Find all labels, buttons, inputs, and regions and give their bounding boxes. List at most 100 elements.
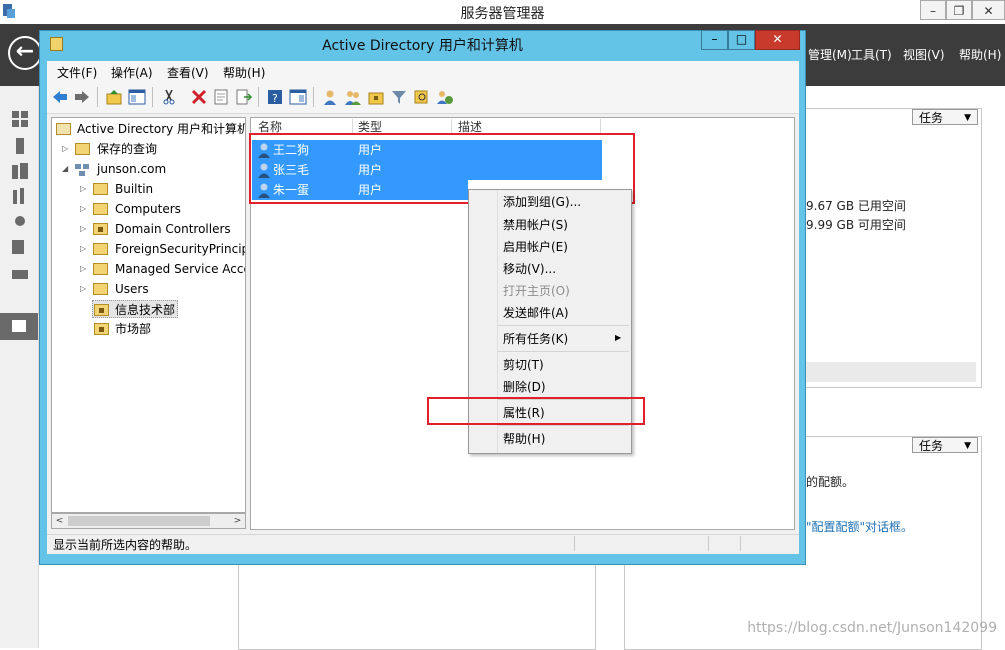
tree-label: 信息技术部	[115, 303, 176, 317]
ctx-disable-account[interactable]: 禁用帐户(S)	[503, 215, 568, 235]
server-manager-title: 服务器管理器	[460, 6, 545, 22]
sm-menu-help[interactable]: 帮助(H)	[959, 46, 1001, 63]
new-ou-icon[interactable]	[367, 88, 385, 106]
ctx-enable-account[interactable]: 启用帐户(E)	[503, 237, 568, 257]
tree-label: Managed Service Accounts	[115, 262, 245, 276]
expand-arrow-icon[interactable]: ▷	[80, 240, 88, 258]
all-servers-icon[interactable]	[12, 163, 28, 179]
properties-icon[interactable]	[212, 88, 230, 106]
ad-window-title: Active Directory 用户和计算机	[322, 38, 523, 54]
tree-item-it-dept[interactable]: 信息技术部	[92, 300, 178, 318]
expand-arrow-icon[interactable]: ▷	[80, 180, 88, 198]
quota-link[interactable]: "配置配额"对话框。	[806, 518, 913, 535]
scroll-left-arrow-icon[interactable]: <	[52, 514, 67, 528]
help-pane-icon[interactable]	[289, 88, 307, 106]
sm-minimize-button[interactable]: –	[920, 0, 946, 20]
tree-label: 保存的查询	[97, 142, 158, 156]
ctx-delete[interactable]: 删除(D)	[503, 377, 546, 397]
expand-arrow-icon[interactable]: ▷	[80, 220, 88, 238]
dashboard-icon[interactable]	[12, 111, 28, 127]
folder-icon	[93, 203, 108, 215]
up-folder-icon[interactable]	[105, 88, 123, 106]
ctx-send-mail[interactable]: 发送邮件(A)	[503, 303, 569, 323]
watermark: https://blog.csdn.net/Junson142099	[747, 620, 997, 636]
ctx-open-homepage: 打开主页(O)	[503, 284, 570, 298]
ctx-all-tasks[interactable]: 所有任务(K)	[503, 329, 568, 349]
iis-icon[interactable]	[12, 213, 28, 229]
sm-close-button[interactable]: ✕	[972, 0, 1005, 20]
ad-minimize-button[interactable]: –	[701, 30, 728, 50]
task-button-top[interactable]: 任务 ▼	[912, 109, 978, 125]
folder-icon	[75, 143, 90, 155]
sm-panel-top	[790, 108, 982, 388]
status-divider	[740, 536, 741, 551]
ad-ds-icon[interactable]	[12, 318, 28, 334]
expand-arrow-icon[interactable]: ▷	[80, 260, 88, 278]
help-icon[interactable]: ?	[266, 88, 284, 106]
print-icon[interactable]	[12, 266, 28, 282]
find-icon[interactable]	[413, 88, 431, 106]
back-icon[interactable]	[51, 88, 69, 106]
ou-folder-icon	[93, 223, 108, 235]
ad-menu-view[interactable]: 查看(V)	[167, 64, 209, 81]
sm-menu-view[interactable]: 视图(V)	[903, 46, 945, 63]
ctx-cut[interactable]: 剪切(T)	[503, 355, 544, 375]
status-divider	[574, 536, 575, 551]
task-button-bottom[interactable]: 任务 ▼	[912, 437, 978, 453]
filter-icon[interactable]	[390, 88, 408, 106]
ctx-separator	[498, 425, 629, 426]
tree-label: ForeignSecurityPrincipals	[115, 242, 245, 256]
ctx-separator	[498, 325, 629, 326]
annotation-box-properties	[427, 397, 645, 425]
services-icon[interactable]	[12, 240, 28, 256]
delete-icon[interactable]	[190, 88, 208, 106]
ctx-help[interactable]: 帮助(H)	[503, 429, 545, 449]
sm-panel-bottom-left	[238, 560, 596, 650]
ctx-move[interactable]: 移动(V)...	[503, 259, 556, 279]
quota-text-1: 的配额。	[806, 475, 855, 489]
add-to-group-icon[interactable]	[436, 88, 454, 106]
scroll-thumb[interactable]	[68, 516, 210, 526]
sm-menu-manage[interactable]: 管理(M)	[808, 46, 852, 63]
new-user-icon[interactable]	[321, 88, 339, 106]
forward-icon[interactable]	[73, 88, 91, 106]
sm-maximize-button[interactable]: ❐	[946, 0, 972, 20]
status-text: 显示当前所选内容的帮助。	[53, 538, 198, 552]
ctx-add-to-group[interactable]: 添加到组(G)...	[503, 192, 581, 212]
cut-icon[interactable]	[160, 88, 178, 106]
local-server-icon[interactable]	[12, 138, 28, 154]
disk-used-text: 9.67 GB 已用空间	[806, 199, 906, 213]
toolbar-separator	[97, 87, 98, 107]
status-divider	[708, 536, 709, 551]
toolbar-separator	[152, 87, 153, 107]
back-arrow-icon[interactable]: ←	[8, 36, 42, 70]
tree-horizontal-scrollbar[interactable]: < >	[51, 513, 246, 529]
collapse-arrow-icon[interactable]: ◢	[62, 160, 70, 178]
file-storage-icon[interactable]	[12, 188, 28, 204]
ad-close-button[interactable]: ✕	[755, 30, 800, 50]
disk-free-text: 9.99 GB 可用空间	[806, 218, 906, 232]
ad-menu-file[interactable]: 文件(F)	[57, 64, 97, 81]
show-tree-icon[interactable]	[128, 88, 146, 106]
task-button-label: 任务	[919, 111, 944, 125]
tree-label: Computers	[115, 202, 181, 216]
submenu-arrow-icon: ▶	[615, 333, 622, 342]
new-group-icon[interactable]	[344, 88, 362, 106]
ou-folder-icon	[94, 304, 109, 316]
ou-folder-icon	[94, 323, 109, 335]
expand-arrow-icon[interactable]: ▷	[62, 140, 70, 158]
ad-menu-help[interactable]: 帮助(H)	[223, 64, 265, 81]
ad-maximize-button[interactable]: □	[728, 30, 755, 50]
folder-icon	[93, 263, 108, 275]
sm-menu-tools[interactable]: 工具(T)	[851, 46, 892, 63]
tree-label: Users	[115, 282, 149, 296]
ad-menu-action[interactable]: 操作(A)	[111, 64, 153, 81]
folder-icon	[93, 183, 108, 195]
expand-arrow-icon[interactable]: ▷	[80, 200, 88, 218]
scroll-right-arrow-icon[interactable]: >	[230, 514, 245, 528]
expand-arrow-icon[interactable]: ▷	[80, 280, 88, 298]
tree-root-label: Active Directory 用户和计算机	[77, 122, 246, 136]
folder-icon	[93, 243, 108, 255]
export-icon[interactable]	[235, 88, 253, 106]
toolbar-separator	[313, 87, 314, 107]
